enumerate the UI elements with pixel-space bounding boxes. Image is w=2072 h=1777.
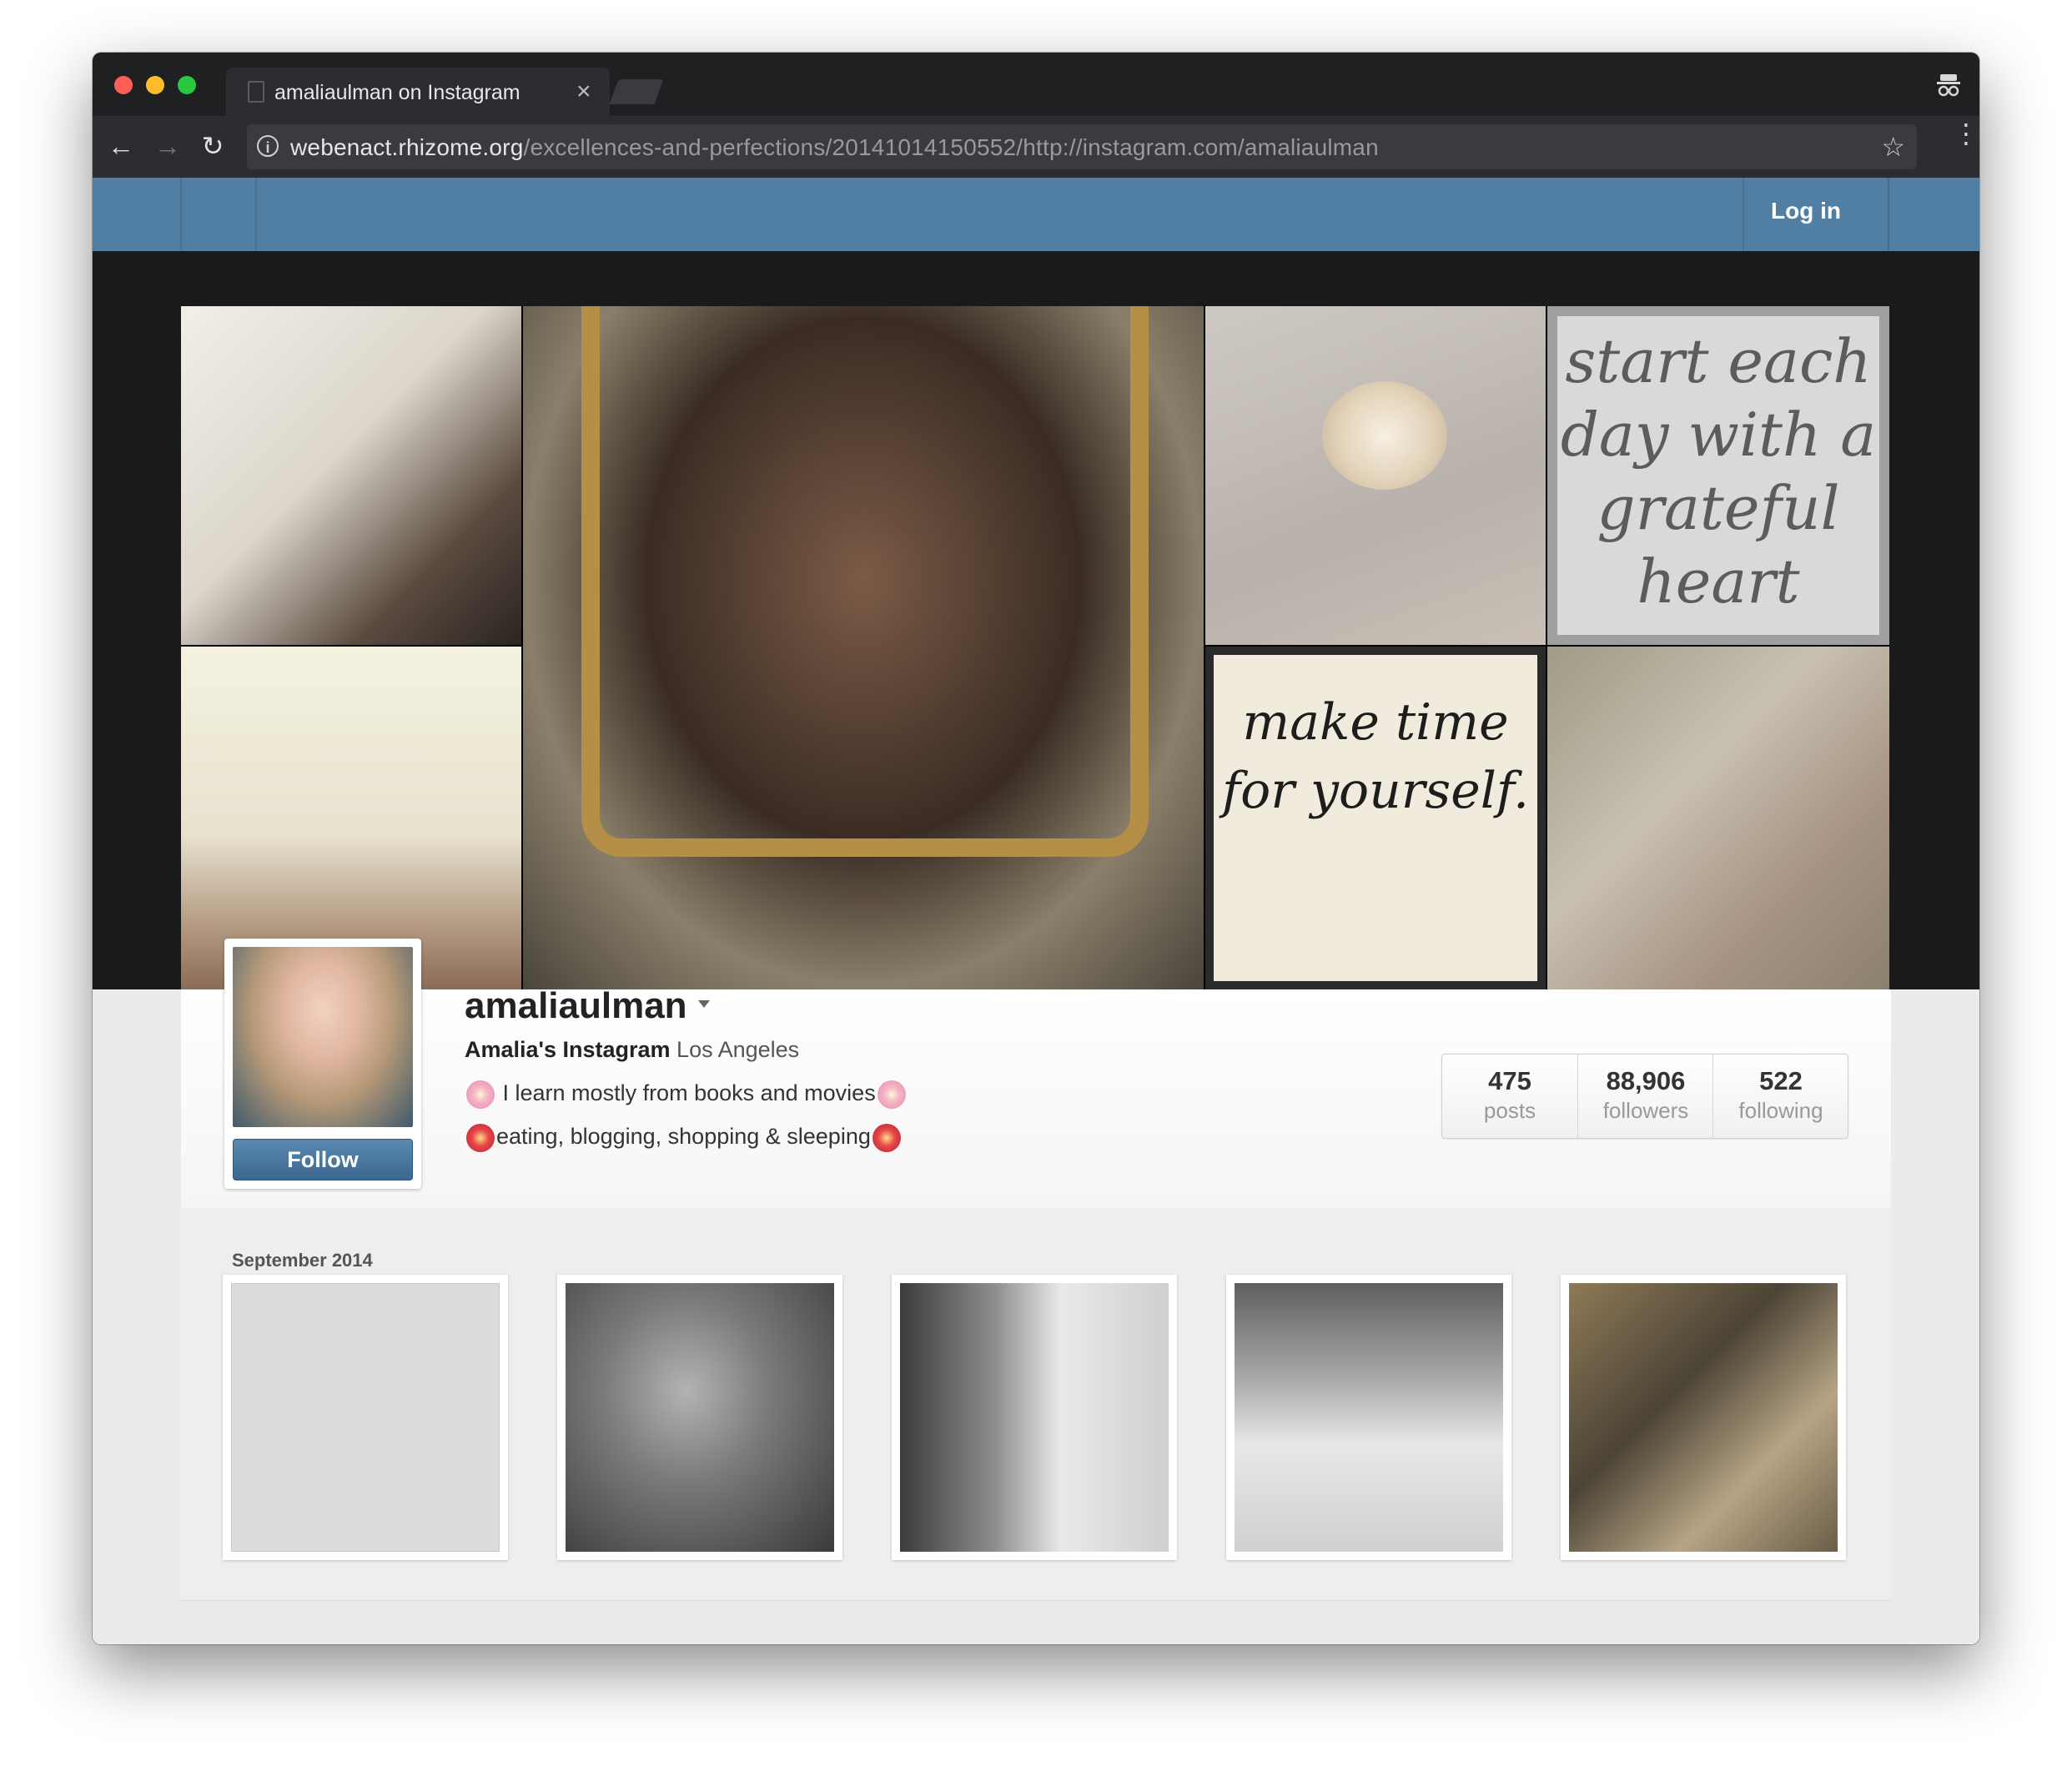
stat-following[interactable]: 522 following — [1712, 1055, 1848, 1138]
coffee-cup — [1322, 381, 1447, 490]
header-divider — [180, 178, 182, 251]
feed-photo[interactable] — [557, 1275, 842, 1560]
url-path: /excellences-and-perfections/20141014150… — [523, 134, 1379, 160]
new-tab-button[interactable] — [609, 79, 664, 104]
photo-image — [566, 1283, 834, 1552]
quote-card: start each day with a grateful heart — [1557, 316, 1879, 635]
stat-followers[interactable]: 88,906 followers — [1577, 1055, 1713, 1138]
cover-photo-coffee[interactable] — [1205, 306, 1546, 645]
avatar[interactable] — [233, 947, 413, 1127]
title-bar: amaliaulman on Instagram × — [93, 53, 1979, 116]
cover-photo-quote-time[interactable]: make time for yourself. — [1205, 647, 1546, 989]
address-bar[interactable]: i webenact.rhizome.org/excellences-and-p… — [247, 124, 1917, 169]
hibiscus-icon — [872, 1124, 901, 1152]
profile-full-name: Amalia's Instagram Los Angeles — [465, 1037, 799, 1063]
full-name: Amalia's Instagram — [465, 1037, 671, 1062]
profile-cover: start each day with a grateful heart mak… — [93, 251, 1979, 989]
quote-text: make time for yourself. — [1221, 693, 1530, 820]
follow-button[interactable]: Follow — [233, 1139, 413, 1180]
close-window-button[interactable] — [114, 76, 133, 94]
minimize-window-button[interactable] — [146, 76, 164, 94]
header-divider — [1743, 178, 1744, 251]
profile-username[interactable]: amaliaulman — [465, 985, 687, 1027]
stat-label: posts — [1483, 1098, 1536, 1123]
cover-photo-breakfast[interactable] — [1547, 647, 1889, 989]
feed-photo[interactable] — [1226, 1275, 1511, 1560]
feed-photo[interactable] — [1561, 1275, 1846, 1560]
photo-image — [900, 1283, 1169, 1552]
quote-text: start each day with a grateful heart — [1560, 326, 1877, 617]
photo-image — [1569, 1283, 1838, 1552]
cherry-blossom-icon — [466, 1080, 495, 1109]
forward-arrow-icon[interactable]: → — [151, 129, 184, 163]
feed-photo[interactable] — [223, 1275, 508, 1560]
photo-feed: September 2014 — [181, 1208, 1891, 1601]
zoom-window-button[interactable] — [178, 76, 196, 94]
reload-icon[interactable]: ↻ — [196, 129, 229, 163]
profile-location: Los Angeles — [676, 1037, 800, 1062]
page-icon — [248, 81, 264, 103]
quote-card: make time for yourself. — [1214, 655, 1537, 981]
back-arrow-icon[interactable]: ← — [104, 129, 138, 163]
url-text[interactable]: webenact.rhizome.org/excellences-and-per… — [290, 134, 1379, 161]
avatar-card: Follow — [224, 939, 421, 1189]
hibiscus-icon — [466, 1124, 495, 1152]
month-heading: September 2014 — [232, 1250, 373, 1271]
cherry-blossom-icon — [877, 1080, 906, 1109]
stat-label: following — [1738, 1098, 1823, 1123]
incognito-icon — [1937, 74, 1960, 97]
profile-stats: 475 posts 88,906 followers 522 following — [1441, 1054, 1848, 1139]
cover-photo-mirror-selfie[interactable] — [523, 306, 1204, 989]
chevron-down-icon[interactable] — [698, 1000, 710, 1008]
stat-count: 475 — [1488, 1066, 1531, 1095]
browser-toolbar: ← → ↻ i webenact.rhizome.org/excellences… — [93, 116, 1979, 178]
stat-label: followers — [1602, 1098, 1689, 1123]
cover-mosaic: start each day with a grateful heart mak… — [181, 306, 1889, 989]
cover-photo-quote-grateful[interactable]: start each day with a grateful heart — [1547, 306, 1889, 645]
star-icon[interactable]: ☆ — [1881, 131, 1905, 163]
menu-icon[interactable]: ⋮ — [1953, 120, 1979, 147]
stat-count: 522 — [1759, 1066, 1803, 1095]
bio-line: eating, blogging, shopping & sleeping — [465, 1124, 903, 1152]
tab-title: amaliaulman on Instagram — [274, 81, 521, 104]
header-divider — [255, 178, 257, 251]
feed-photo[interactable] — [892, 1275, 1177, 1560]
bio-text: eating, blogging, shopping & sleeping — [496, 1124, 871, 1150]
bio-text: I learn mostly from books and movies — [502, 1080, 876, 1106]
photo-image — [1235, 1283, 1503, 1552]
photo-image — [231, 1283, 500, 1552]
stat-count: 88,906 — [1606, 1066, 1686, 1095]
close-icon[interactable]: × — [576, 78, 591, 106]
header-divider — [1888, 178, 1889, 251]
mirror-frame — [581, 306, 1149, 857]
stat-posts[interactable]: 475 posts — [1442, 1055, 1577, 1138]
url-host: webenact.rhizome.org — [290, 134, 524, 160]
browser-window: amaliaulman on Instagram × ← → ↻ i weben… — [93, 53, 1979, 1644]
instagram-header: Log in — [93, 178, 1979, 253]
instagram-page: Log in start each day with a grateful he… — [93, 178, 1979, 1644]
browser-tab[interactable]: amaliaulman on Instagram × — [226, 68, 610, 116]
info-icon[interactable]: i — [257, 135, 279, 157]
bio-line: I learn mostly from books and movies — [465, 1080, 908, 1109]
login-link[interactable]: Log in — [1771, 198, 1841, 224]
cover-photo-living-room[interactable] — [181, 306, 521, 645]
